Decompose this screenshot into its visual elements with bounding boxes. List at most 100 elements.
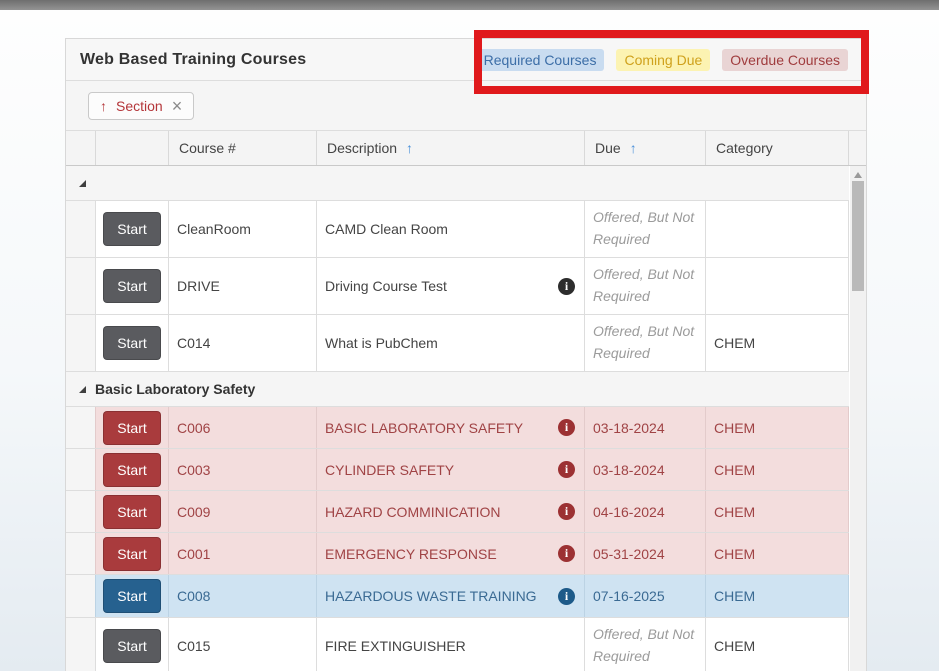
table-row: StartC001EMERGENCY RESPONSEi05-31-2024CH…: [66, 533, 849, 575]
legend-overdue-courses: Overdue Courses: [722, 49, 848, 71]
category-cell: CHEM: [706, 491, 849, 532]
description-text: HAZARDOUS WASTE TRAINING: [325, 588, 537, 604]
start-button[interactable]: Start: [103, 269, 161, 303]
start-button[interactable]: Start: [103, 411, 161, 445]
close-icon[interactable]: ×: [172, 100, 183, 112]
category-cell: CHEM: [706, 449, 849, 490]
course-number-cell: C001: [169, 533, 317, 574]
category-cell: CHEM: [706, 533, 849, 574]
due-cell: Offered, But Not Required: [585, 201, 706, 257]
column-header-course[interactable]: Course #: [169, 131, 317, 165]
training-courses-panel: Web Based Training Courses Required Cour…: [65, 38, 867, 671]
info-icon[interactable]: i: [558, 545, 575, 562]
row-indent-cell: [66, 533, 96, 574]
start-button[interactable]: Start: [103, 579, 161, 613]
description-cell: BASIC LABORATORY SAFETY i: [317, 407, 585, 448]
description-text: HAZARD COMMINICATION: [325, 504, 501, 520]
row-action-cell: Start: [96, 201, 169, 257]
info-icon[interactable]: i: [558, 419, 575, 436]
start-button[interactable]: Start: [103, 629, 161, 663]
table-row: StartC014What is PubChemOffered, But Not…: [66, 315, 849, 372]
start-button[interactable]: Start: [103, 453, 161, 487]
start-button[interactable]: Start: [103, 495, 161, 529]
column-label: Course #: [179, 140, 236, 156]
scroll-up-arrow-icon[interactable]: [854, 172, 862, 178]
column-header-category[interactable]: Category: [706, 131, 849, 165]
row-action-cell: Start: [96, 491, 169, 532]
course-number-cell: C015: [169, 618, 317, 671]
chip-label: Section: [116, 98, 163, 114]
row-action-cell: Start: [96, 407, 169, 448]
category-cell: CHEM: [706, 407, 849, 448]
row-action-cell: Start: [96, 315, 169, 371]
row-action-cell: Start: [96, 575, 169, 617]
group-collapse-icon[interactable]: [79, 180, 86, 187]
grid-body: StartCleanRoomCAMD Clean RoomOffered, Bu…: [66, 166, 849, 671]
group-header-row: Basic Laboratory Safety: [66, 372, 849, 407]
section-group-chip[interactable]: ↑ Section ×: [88, 92, 194, 120]
info-icon[interactable]: i: [558, 588, 575, 605]
due-cell: 05-31-2024: [585, 533, 706, 574]
description-cell: FIRE EXTINGUISHER: [317, 618, 585, 671]
course-number-cell: C009: [169, 491, 317, 532]
due-cell: 04-16-2024: [585, 491, 706, 532]
table-row: StartC015FIRE EXTINGUISHEROffered, But N…: [66, 618, 849, 671]
table-row: StartC008HAZARDOUS WASTE TRAININGi07-16-…: [66, 575, 849, 618]
row-indent-cell: [66, 575, 96, 617]
column-header-empty: [66, 131, 96, 165]
info-icon[interactable]: i: [558, 503, 575, 520]
due-cell: Offered, But Not Required: [585, 315, 706, 371]
description-cell: CAMD Clean Room: [317, 201, 585, 257]
header-scrollbar-corner: [849, 131, 866, 165]
group-collapse-icon[interactable]: [79, 386, 86, 393]
column-label: Due: [595, 140, 621, 156]
info-icon[interactable]: i: [558, 278, 575, 295]
category-cell: [706, 258, 849, 314]
vertical-scrollbar[interactable]: [850, 166, 866, 671]
row-action-cell: Start: [96, 449, 169, 490]
start-button[interactable]: Start: [103, 326, 161, 360]
row-indent-cell: [66, 449, 96, 490]
table-row: StartC003CYLINDER SAFETYi03-18-2024CHEM: [66, 449, 849, 491]
legend: Required Courses Coming Due Overdue Cour…: [476, 49, 852, 71]
table-row: StartDRIVEDriving Course TestiOffered, B…: [66, 258, 849, 315]
course-number-cell: C008: [169, 575, 317, 617]
description-cell: HAZARD COMMINICATION i: [317, 491, 585, 532]
row-indent-cell: [66, 315, 96, 371]
course-number-cell: CleanRoom: [169, 201, 317, 257]
row-action-cell: Start: [96, 258, 169, 314]
description-cell: HAZARDOUS WASTE TRAINING i: [317, 575, 585, 617]
category-cell: [706, 201, 849, 257]
description-cell: CYLINDER SAFETYi: [317, 449, 585, 490]
table-row: StartC006BASIC LABORATORY SAFETYi03-18-2…: [66, 407, 849, 449]
due-cell: Offered, But Not Required: [585, 618, 706, 671]
column-header-due[interactable]: Due↑: [585, 131, 706, 165]
row-indent-cell: [66, 491, 96, 532]
course-number-cell: C014: [169, 315, 317, 371]
legend-coming-due: Coming Due: [616, 49, 710, 71]
grid-header-row: Course # Description↑Due↑ Category: [66, 131, 866, 166]
row-action-cell: Start: [96, 533, 169, 574]
column-header-description[interactable]: Description↑: [317, 131, 585, 165]
row-action-cell: Start: [96, 618, 169, 671]
category-cell: CHEM: [706, 315, 849, 371]
row-indent-cell: [66, 258, 96, 314]
course-number-cell: DRIVE: [169, 258, 317, 314]
due-cell: 03-18-2024: [585, 449, 706, 490]
courses-grid: Course #Description↑Due↑Category StartCl…: [66, 131, 866, 671]
sort-asc-icon: ↑: [100, 98, 107, 114]
start-button[interactable]: Start: [103, 537, 161, 571]
scrollbar-thumb[interactable]: [852, 181, 864, 291]
group-header-row: [66, 166, 849, 201]
table-row: StartC009 HAZARD COMMINICATION i 04-16-2024…: [66, 491, 849, 533]
info-icon[interactable]: i: [558, 461, 575, 478]
category-cell: CHEM: [706, 575, 849, 617]
group-filter-bar: ↑ Section ×: [66, 81, 866, 131]
description-text: BASIC LABORATORY SAFETY: [325, 420, 523, 436]
start-button[interactable]: Start: [103, 212, 161, 246]
page-title: Web Based Training Courses: [80, 51, 306, 69]
column-header-empty: [96, 131, 169, 165]
column-label: Category: [716, 140, 773, 156]
description-cell: EMERGENCY RESPONSEi: [317, 533, 585, 574]
description-text: CAMD Clean Room: [325, 221, 448, 237]
